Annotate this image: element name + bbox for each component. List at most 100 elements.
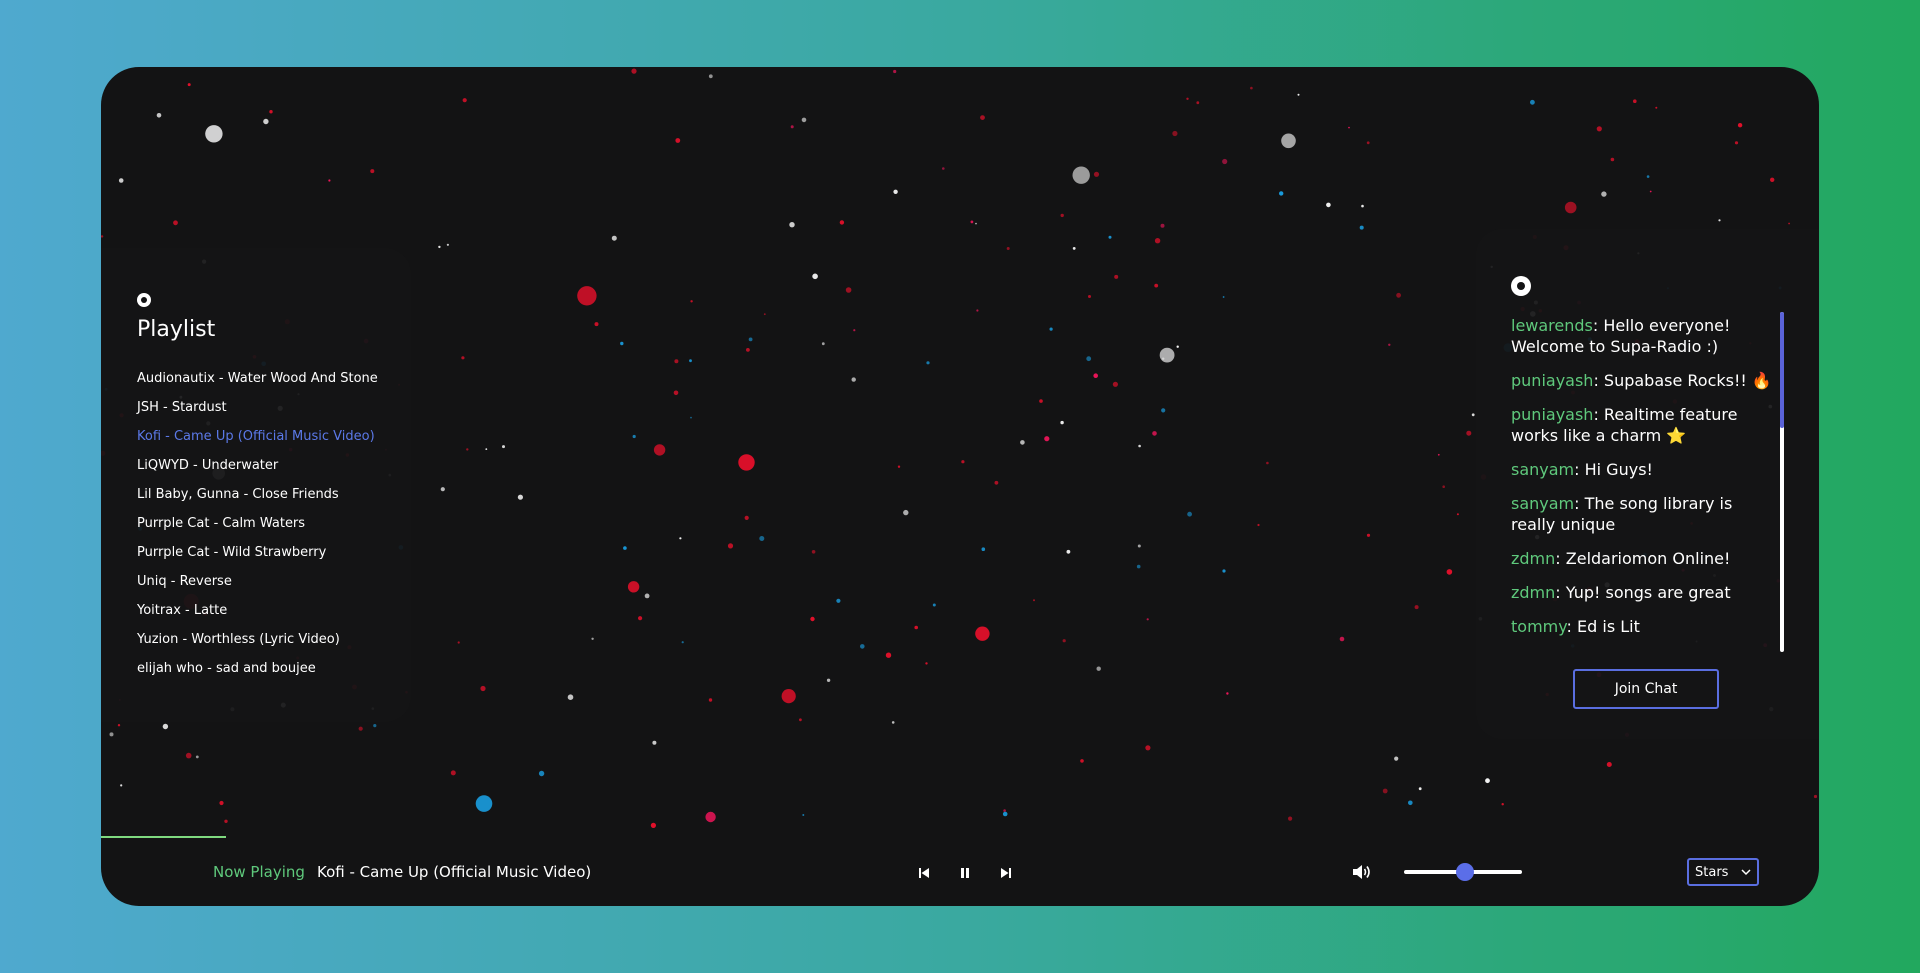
star-particle (845, 287, 852, 293)
volume-icon[interactable] (1351, 863, 1373, 881)
star-particle (1788, 222, 1790, 225)
star-particle (1080, 759, 1084, 763)
chat-message: puniayash: Realtime feature works like a… (1511, 404, 1779, 446)
chat-message: puniayash: Supabase Rocks!! 🔥 (1511, 370, 1779, 391)
star-particle (1161, 408, 1166, 413)
star-particle (1414, 605, 1419, 610)
volume-thumb[interactable] (1456, 863, 1475, 881)
star-particle (567, 694, 574, 700)
track-item[interactable]: Audionautix - Water Wood And Stone (137, 364, 378, 393)
star-particle (631, 68, 637, 74)
star-particle (1145, 745, 1151, 751)
star-particle (897, 465, 901, 468)
star-particle (446, 243, 449, 246)
star-particle (1154, 238, 1161, 244)
star-particle (853, 329, 856, 332)
chat-username: zdmn (1511, 583, 1556, 602)
pause-button[interactable] (954, 864, 976, 882)
track-item[interactable]: LiQWYD - Underwater (137, 451, 378, 480)
star-particle (1359, 225, 1364, 230)
star-particle (1160, 223, 1165, 228)
star-particle (1062, 639, 1066, 643)
track-item[interactable]: Kofi - Came Up (Official Music Video) (137, 422, 378, 451)
star-particle (981, 547, 986, 551)
star-particle (1530, 99, 1535, 105)
star-particle (1382, 788, 1388, 794)
track-item[interactable]: Yuzion - Worthless (Lyric Video) (137, 625, 378, 654)
star-particle (942, 167, 945, 170)
track-item[interactable]: Purrple Cat - Wild Strawberry (137, 538, 378, 567)
star-particle (1137, 544, 1141, 548)
track-item[interactable]: elijah who - sad and boujee (137, 654, 378, 683)
star-particle (1655, 106, 1658, 109)
star-particle (925, 662, 928, 665)
star-particle (690, 300, 693, 303)
star-particle (466, 448, 469, 451)
star-particle (1039, 399, 1043, 403)
chat-panel: lewarends: Hello everyone! Welcome to Su… (1476, 229, 1819, 739)
star-particle (101, 235, 104, 238)
chat-message: zdmn: Zeldariomon Online! (1511, 548, 1779, 569)
star-particle (708, 698, 713, 702)
chat-scrollbar[interactable] (1780, 312, 1784, 652)
star-particle (1138, 444, 1141, 448)
chat-text: : Hi Guys! (1574, 460, 1653, 479)
star-particle (975, 222, 977, 225)
chat-messages[interactable]: lewarends: Hello everyone! Welcome to Su… (1511, 315, 1779, 650)
track-item[interactable]: Uniq - Reverse (137, 567, 378, 596)
join-chat-button[interactable]: Join Chat (1573, 669, 1719, 709)
star-particle (1086, 356, 1092, 362)
star-particle (836, 598, 841, 603)
chat-scrollbar-thumb[interactable] (1780, 312, 1784, 428)
star-particle (358, 726, 363, 731)
star-particle (195, 755, 199, 759)
star-particle (1266, 461, 1269, 465)
star-particle (1281, 133, 1296, 149)
volume-slider[interactable] (1404, 862, 1522, 882)
chat-message: zdmn: Yup! songs are great (1511, 582, 1779, 603)
star-particle (893, 189, 898, 194)
chat-username: lewarends (1511, 316, 1593, 335)
star-particle (885, 652, 892, 658)
track-item[interactable]: JSH - Stardust (137, 393, 378, 422)
star-particle (893, 69, 897, 74)
star-particle (1279, 191, 1284, 196)
chat-message: tommy: Ed is Lit (1511, 616, 1779, 637)
track-progress-bar[interactable] (101, 836, 1819, 838)
star-particle (185, 752, 192, 759)
star-particle (961, 460, 965, 464)
star-particle (1564, 201, 1577, 214)
star-particle (1610, 157, 1615, 162)
star-particle (802, 814, 805, 816)
track-item[interactable]: Yoitrax - Latte (137, 596, 378, 625)
next-track-button[interactable] (995, 864, 1017, 882)
star-particle (173, 220, 178, 226)
star-particle (328, 179, 331, 182)
track-item[interactable]: Purrple Cat - Calm Waters (137, 509, 378, 538)
star-particle (1176, 345, 1179, 348)
star-particle (1813, 794, 1818, 799)
track-item[interactable]: Lil Baby, Gunna - Close Friends (137, 480, 378, 509)
star-particle (970, 220, 974, 224)
star-particle (1154, 283, 1159, 288)
visualizer-select[interactable]: Stars (1687, 858, 1759, 886)
star-particle (1222, 296, 1225, 298)
star-particle (653, 444, 666, 456)
star-particle (810, 616, 815, 622)
star-particle (1734, 141, 1739, 145)
star-particle (263, 118, 269, 125)
skip-forward-icon (1001, 868, 1011, 878)
star-particle (1366, 533, 1371, 537)
star-particle (1348, 126, 1350, 129)
star-particle (1112, 381, 1118, 387)
star-particle (674, 359, 679, 364)
star-particle (1288, 816, 1293, 821)
star-particle (1033, 599, 1035, 602)
star-particle (790, 125, 794, 129)
star-particle (438, 245, 441, 249)
star-particle (851, 377, 856, 382)
previous-track-button[interactable] (913, 864, 935, 882)
star-particle (1072, 247, 1076, 250)
star-particle (1088, 295, 1091, 298)
star-particle (903, 509, 909, 516)
